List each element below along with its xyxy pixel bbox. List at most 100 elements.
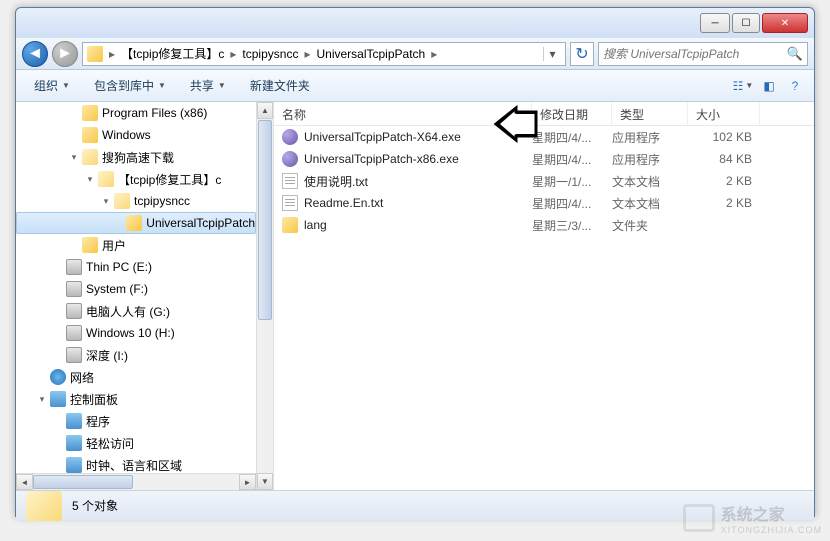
tree-item[interactable]: 网络 [16,366,256,388]
file-row[interactable]: lang星期三/3/...文件夹 [274,214,814,236]
tree-item[interactable]: 电脑人人有 (G:) [16,300,256,322]
exe-icon [282,151,298,167]
view-options-button[interactable]: ☷▼ [732,75,754,97]
expand-icon[interactable] [52,349,64,361]
file-row[interactable]: UniversalTcpipPatch-X64.exe星期四/4/...应用程序… [274,126,814,148]
folder-icon [26,491,62,521]
file-date: 星期四/4/... [532,195,612,212]
file-date: 星期四/4/... [532,129,612,146]
titlebar[interactable]: ─ ☐ ✕ [16,8,814,38]
file-row[interactable]: Readme.En.txt星期四/4/...文本文档2 KB [274,192,814,214]
breadcrumb-item[interactable]: 【tcpip修复工具】c [117,45,228,62]
expand-icon[interactable] [117,217,124,229]
expand-icon[interactable]: ▾ [84,173,96,185]
file-size: 2 KB [688,174,752,188]
toolbar: 组织▼ 包含到库中▼ 共享▼ 新建文件夹 ☷▼ ◧ ? [16,70,814,102]
tree-item[interactable]: ▾控制面板 [16,388,256,410]
expand-icon[interactable] [52,415,64,427]
expand-icon[interactable]: ▾ [36,393,48,405]
cp-icon [66,413,82,429]
tree-item[interactable]: 轻松访问 [16,432,256,454]
status-bar: 5 个对象 [16,490,814,520]
expand-icon[interactable] [36,371,48,383]
tree-scrollbar-vertical[interactable]: ▲ ▼ [256,102,273,490]
back-button[interactable]: ◄ [22,41,48,67]
folder-open-icon [114,193,130,209]
expand-icon[interactable] [52,283,64,295]
scroll-left-button[interactable]: ◄ [16,474,33,490]
expand-icon[interactable]: ▾ [68,151,80,163]
tree-scrollbar-horizontal[interactable]: ◄ ► [16,473,256,490]
file-size: 2 KB [688,196,752,210]
tree-item-label: tcpipysncc [134,194,190,208]
cp-icon [66,457,82,473]
scroll-up-button[interactable]: ▲ [257,102,273,119]
tree-item[interactable]: 时钟、语言和区域 [16,454,256,473]
scroll-thumb[interactable] [33,475,133,489]
expand-icon[interactable] [52,327,64,339]
tree-item[interactable]: Windows 10 (H:) [16,322,256,344]
tree-item[interactable]: 用户 [16,234,256,256]
folder-icon [87,46,103,62]
close-button[interactable]: ✕ [762,13,808,33]
include-in-library-button[interactable]: 包含到库中▼ [84,73,176,98]
expand-icon[interactable] [68,107,80,119]
maximize-button[interactable]: ☐ [732,13,760,33]
organize-button[interactable]: 组织▼ [24,73,80,98]
tree-item[interactable]: Windows [16,124,256,146]
expand-icon[interactable] [52,305,64,317]
chevron-right-icon[interactable]: ▸ [302,47,312,61]
search-box[interactable]: 🔍 [598,42,808,66]
column-type[interactable]: 类型 [612,102,688,125]
search-input[interactable] [603,47,787,61]
column-headers: 名称 修改日期 类型 大小 [274,102,814,126]
tree-item[interactable]: Program Files (x86) [16,102,256,124]
refresh-button[interactable]: ↻ [570,42,594,66]
tree-item[interactable]: ▾搜狗高速下载 [16,146,256,168]
tree-item-label: Windows [102,128,151,142]
preview-pane-button[interactable]: ◧ [758,75,780,97]
tree-item[interactable]: 深度 (I:) [16,344,256,366]
forward-button[interactable]: ► [52,41,78,67]
tree-item[interactable]: Thin PC (E:) [16,256,256,278]
folder-open-icon [98,171,114,187]
expand-icon[interactable] [68,239,80,251]
column-date[interactable]: 修改日期 [532,102,612,125]
chevron-right-icon[interactable]: ▸ [228,47,238,61]
cp-icon [50,391,66,407]
minimize-button[interactable]: ─ [700,13,730,33]
scroll-right-button[interactable]: ► [239,474,256,490]
expand-icon[interactable] [52,437,64,449]
tree-item[interactable]: ▾【tcpip修复工具】c [16,168,256,190]
net-icon [50,369,66,385]
chevron-right-icon[interactable]: ▸ [429,47,439,61]
file-name: UniversalTcpipPatch-X64.exe [304,130,461,144]
file-row[interactable]: 使用说明.txt星期一/1/...文本文档2 KB [274,170,814,192]
new-folder-button[interactable]: 新建文件夹 [240,73,320,98]
expand-icon[interactable] [68,129,80,141]
column-name[interactable]: 名称 [274,102,532,125]
tree-item[interactable]: 程序 [16,410,256,432]
breadcrumb-dropdown[interactable]: ▾ [543,47,561,61]
scroll-down-button[interactable]: ▼ [257,473,273,490]
chevron-right-icon[interactable]: ▸ [107,47,117,61]
file-row[interactable]: UniversalTcpipPatch-x86.exe星期四/4/...应用程序… [274,148,814,170]
tree-item[interactable]: System (F:) [16,278,256,300]
expand-icon[interactable]: ▾ [100,195,112,207]
breadcrumb-item[interactable]: tcpipysncc [238,47,302,61]
expand-icon[interactable] [52,459,64,471]
scroll-thumb[interactable] [258,120,272,320]
expand-icon[interactable] [52,261,64,273]
tree-item[interactable]: UniversalTcpipPatch [16,212,256,234]
breadcrumb[interactable]: ▸ 【tcpip修复工具】c ▸ tcpipysncc ▸ UniversalT… [82,42,566,66]
cp-icon [66,435,82,451]
exe-icon [282,129,298,145]
share-button[interactable]: 共享▼ [180,73,236,98]
tree-item-label: 轻松访问 [86,435,134,452]
breadcrumb-item[interactable]: UniversalTcpipPatch [312,47,429,61]
column-size[interactable]: 大小 [688,102,760,125]
help-button[interactable]: ? [784,75,806,97]
search-icon[interactable]: 🔍 [787,46,803,62]
tree-item[interactable]: ▾ tcpipysncc [16,190,256,212]
folder-icon [82,127,98,143]
